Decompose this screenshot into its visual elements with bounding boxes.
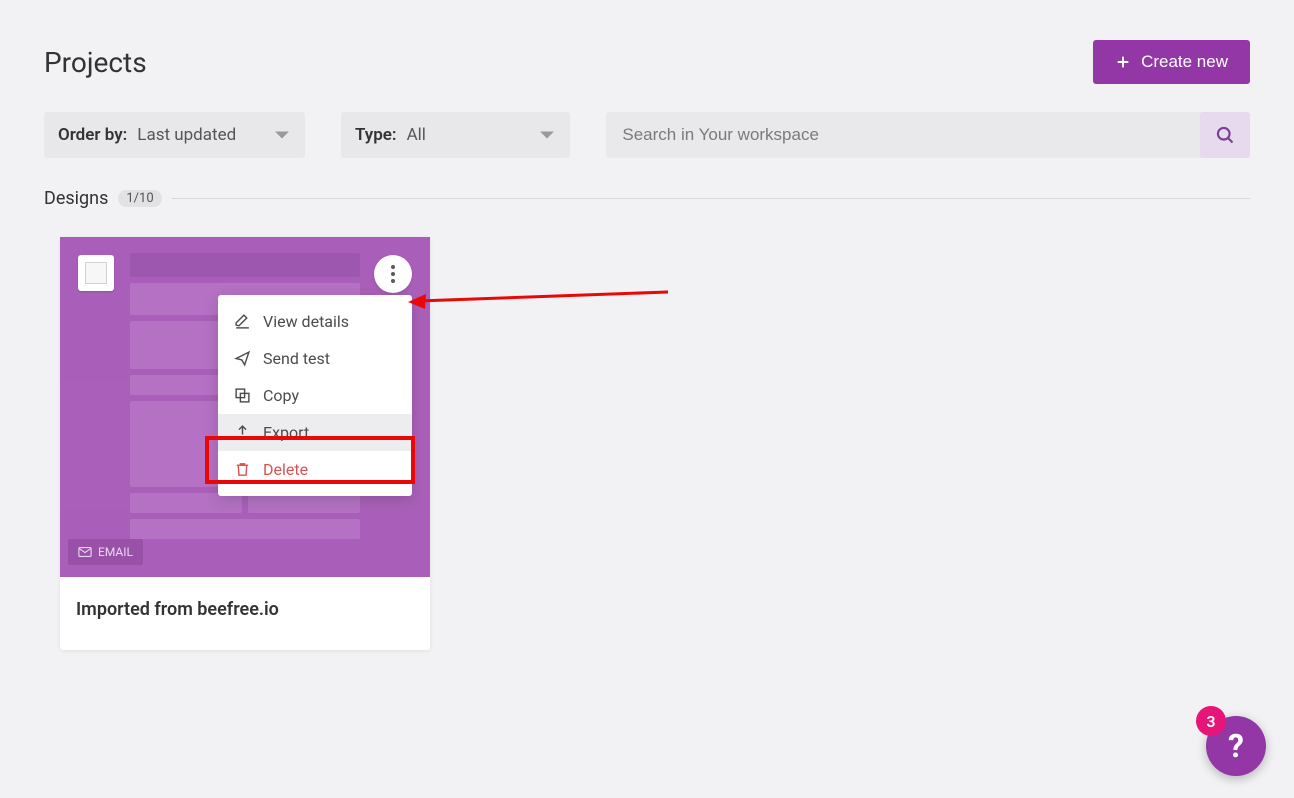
create-new-label: Create new bbox=[1141, 52, 1228, 72]
search-input[interactable] bbox=[606, 113, 1200, 157]
type-label: Type: bbox=[355, 125, 397, 145]
design-type-badge: EMAIL bbox=[68, 539, 143, 565]
order-by-value: Last updated bbox=[137, 125, 236, 145]
context-menu: View details Send test Copy Export bbox=[218, 295, 412, 496]
chevron-down-icon bbox=[540, 132, 554, 139]
more-vertical-icon bbox=[391, 265, 395, 283]
help-icon: ? bbox=[1228, 727, 1244, 765]
pencil-icon bbox=[234, 313, 251, 330]
page-title: Projects bbox=[44, 46, 147, 79]
mail-icon bbox=[78, 547, 92, 557]
design-title: Imported from beefree.io bbox=[76, 599, 414, 620]
section-label: Designs bbox=[44, 188, 108, 209]
menu-delete[interactable]: Delete bbox=[218, 451, 412, 488]
menu-send-test[interactable]: Send test bbox=[218, 340, 412, 377]
copy-icon bbox=[234, 387, 251, 404]
export-icon bbox=[234, 424, 251, 441]
search-icon bbox=[1215, 125, 1235, 145]
type-value: All bbox=[407, 125, 426, 145]
menu-copy[interactable]: Copy bbox=[218, 377, 412, 414]
notification-badge: 3 bbox=[1196, 706, 1226, 736]
divider bbox=[172, 198, 1250, 199]
menu-view-details[interactable]: View details bbox=[218, 303, 412, 340]
menu-export[interactable]: Export bbox=[218, 414, 412, 451]
select-checkbox[interactable] bbox=[78, 255, 114, 291]
design-card[interactable]: EMAIL View details Send test Copy bbox=[60, 237, 430, 650]
trash-icon bbox=[234, 461, 251, 478]
type-select[interactable]: Type: All bbox=[341, 112, 570, 158]
more-actions-button[interactable] bbox=[374, 255, 412, 293]
search-button[interactable] bbox=[1200, 112, 1250, 158]
section-count-badge: 1/10 bbox=[118, 190, 161, 207]
search-box bbox=[606, 112, 1250, 158]
chevron-down-icon bbox=[275, 132, 289, 139]
order-by-select[interactable]: Order by: Last updated bbox=[44, 112, 305, 158]
create-new-button[interactable]: Create new bbox=[1093, 40, 1250, 84]
help-button[interactable]: ? 3 bbox=[1206, 716, 1266, 776]
order-by-label: Order by: bbox=[58, 125, 127, 145]
send-icon bbox=[234, 350, 251, 367]
design-thumbnail: EMAIL View details Send test Copy bbox=[60, 237, 430, 577]
plus-icon bbox=[1115, 54, 1131, 70]
